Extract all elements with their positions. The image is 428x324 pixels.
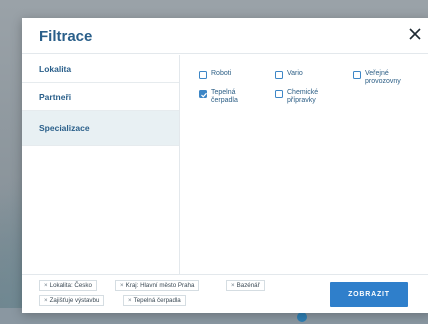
checkbox[interactable] [275,90,283,98]
remove-chip-icon[interactable]: × [128,297,132,304]
chip-label: Zajišťuje výstavbu [49,297,100,304]
close-button[interactable] [406,25,424,43]
active-filter-chip[interactable]: × Bazénář [226,280,265,291]
modal-title: Filtrace [39,28,93,45]
option-chemicke-pripravky[interactable]: Chemické přípravky [275,89,323,104]
active-filter-chip[interactable]: × Tepelná čerpadla [123,295,186,306]
option-label: Vario [287,70,303,77]
active-filter-chip[interactable]: × Kraj: Hlavní město Praha [115,280,200,291]
sidebar-item-specializace[interactable]: Specializace [22,111,179,146]
option-label: Veřejné provozovny [365,70,401,85]
remove-chip-icon[interactable]: × [44,297,48,304]
active-filter-chip[interactable]: × Zajišťuje výstavbu [39,295,105,306]
chip-label: Kraj: Hlavní město Praha [125,282,195,289]
chip-label: Tepelná čerpadla [133,297,181,304]
checkbox-checked[interactable] [199,90,207,98]
filter-options: Roboti Vario Veřejné provozovny Tepelná … [181,55,428,274]
option-label: Chemické přípravky [287,89,319,104]
option-verejne-provozovny[interactable]: Veřejné provozovny [353,70,405,85]
filter-sidebar: Lokalita Partneři Specializace [22,55,180,274]
map-marker-icon [297,312,307,322]
sidebar-item-label: Partneři [39,92,72,102]
chip-label: Lokalita: Česko [49,282,92,289]
show-results-button[interactable]: ZOBRAZIT [330,282,408,307]
option-label: Tepelná čerpadla [211,89,238,104]
sidebar-item-partneri[interactable]: Partneři [22,83,179,111]
filter-modal: Filtrace Lokalita Partneři Specializace … [22,18,428,313]
remove-chip-icon[interactable]: × [44,282,48,289]
sidebar-item-label: Lokalita [39,64,72,74]
modal-header: Filtrace [22,18,428,54]
chip-label: Bazénář [236,282,260,289]
option-roboti[interactable]: Roboti [199,70,231,79]
checkmark-icon [201,92,207,98]
sidebar-item-label: Specializace [39,123,90,133]
remove-chip-icon[interactable]: × [120,282,124,289]
checkbox[interactable] [353,71,361,79]
checkbox[interactable] [199,71,207,79]
close-icon [409,28,421,40]
active-filter-chip[interactable]: × Lokalita: Česko [39,280,97,291]
modal-footer: × Lokalita: Česko × Kraj: Hlavní město Pra… [22,274,428,313]
sidebar-item-lokalita[interactable]: Lokalita [22,55,179,83]
option-tepelna-cerpadla[interactable]: Tepelná čerpadla [199,89,245,104]
checkbox[interactable] [275,71,283,79]
option-label: Roboti [211,70,232,77]
remove-chip-icon[interactable]: × [231,282,235,289]
option-vario[interactable]: Vario [275,70,303,79]
